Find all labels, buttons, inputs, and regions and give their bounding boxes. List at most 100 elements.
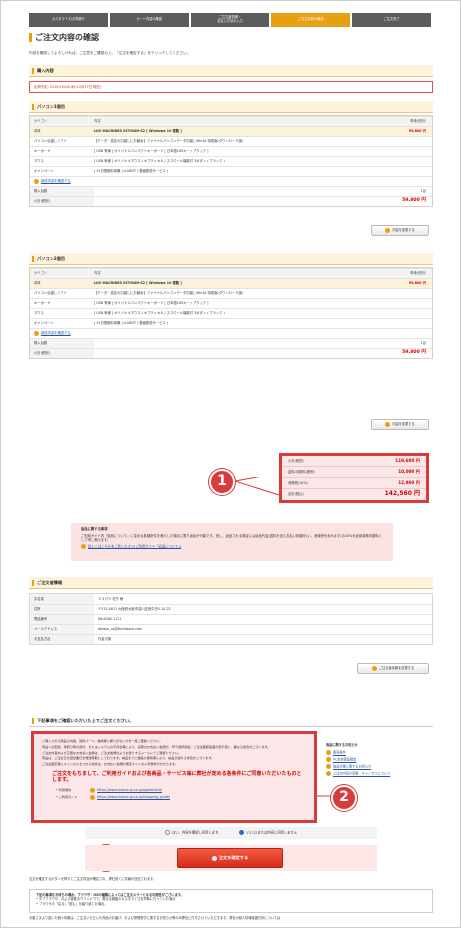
row-category: パソコン引越しソフト xyxy=(34,291,67,296)
row-value: ドスパラ 花子 様 xyxy=(98,596,124,601)
pc1-heading: パソコン1個目 xyxy=(29,101,433,113)
row-category: キーボード xyxy=(34,301,51,306)
row-label: メールアドレス xyxy=(30,625,94,634)
table-row: お支払方法 代金引換 xyxy=(30,634,432,644)
row-label: お名前 xyxy=(30,594,94,604)
row-content: [ 31日間無料体験 ] U-NEXT ( 動画配信サービス ) xyxy=(94,321,169,326)
step-5: ご注文完了 xyxy=(352,13,431,27)
notice-link[interactable]: 販売条件 xyxy=(326,750,436,756)
row-content: LUV MACHINES iH700SN-S2 [ Windows 10 搭載 … xyxy=(94,129,182,134)
row-content: 【データ・設定の引越しにお勧め】ファイナルパソコンデータ引越しWin10 特別版… xyxy=(94,139,244,144)
guide-link[interactable]: https://www.mouse-jp.co.jp/shopping_guid… xyxy=(97,795,170,800)
row-price: 59,800 円 xyxy=(408,129,426,134)
pc2-table: カテゴリ 内容 単価(税別) 本体 LUV MACHINES iH700SN-S… xyxy=(29,267,433,359)
pc1-table: カテゴリ 内容 単価(税別) 本体 LUV MACHINES iH700SN-S… xyxy=(29,115,433,207)
return-link[interactable]: 詳しくはこちらをご覧ください(ご利用ガイド「返品について」) xyxy=(88,544,181,548)
row-content: [ 31日間無料体験 ] U-NEXT ( 動画配信サービス ) xyxy=(94,169,169,174)
col-category: カテゴリ xyxy=(34,119,48,124)
marker-2-connector xyxy=(317,795,331,797)
change-customer-button[interactable]: ご注文者情報を変更する xyxy=(357,663,429,674)
table-row: お名前 ドスパラ 花子 様 xyxy=(30,594,432,604)
table-row: マウス [ USB 有線 ] オリジナルマウス ( オプティカル / スクロール機… xyxy=(30,156,432,166)
row-content: [ USB 有線 ] オリジナルマウス ( オプティカル / スクロール機能付 … xyxy=(94,311,225,316)
warning-item: ご注文内容および正確なお支払い金額は、ご注文後弊社よりお送りするメールにてご確認… xyxy=(42,750,182,755)
config-link[interactable]: 構成内容を確認する xyxy=(41,179,71,184)
change-customer-label: ご注文者情報を変更する xyxy=(378,666,415,671)
customer-heading: ご注文者情報 xyxy=(29,577,433,589)
change-pc2-button[interactable]: 内容を変更する xyxy=(371,419,429,430)
purchase-heading: 購入内容 xyxy=(29,65,433,77)
pc2-heading: パソコン2個目 xyxy=(29,253,433,265)
total-label: 送料/手数料(税別) xyxy=(288,469,315,474)
table-header: カテゴリ 内容 単価(税別) xyxy=(30,116,432,126)
step-1: カスタマイズ/お見積り xyxy=(29,13,108,27)
total-value: 10,000 円 xyxy=(398,469,420,475)
radio-selected-icon[interactable] xyxy=(239,830,245,836)
radio-icon[interactable] xyxy=(165,830,171,836)
change-pc1-button[interactable]: 内容を変更する xyxy=(371,225,429,236)
col-price: 単価(税別) xyxy=(410,271,426,276)
marker-1: 1 xyxy=(209,469,235,495)
customer-table: お名前 ドスパラ 花子 様 住所 〒532-0011 大阪府大阪市淀川区西中島5-1… xyxy=(29,593,433,645)
row-content: [ USB 有線 ] オリジナルマウス ( オプティカル / スクロール機能付 … xyxy=(94,159,225,164)
row-label: 住所 xyxy=(30,605,94,614)
step-3: ご注文者情報・ 支払い方法の入力 xyxy=(190,13,270,27)
col-category: カテゴリ xyxy=(34,271,48,276)
subtotal-label: 小計(税別) xyxy=(30,349,94,358)
table-row: キャンペーン [ 31日間無料体験 ] U-NEXT ( 動画配信サービス ) xyxy=(30,318,432,328)
row-value: dtdzpu_ss@thirdwave.com xyxy=(98,627,143,632)
step-4-active: ご注文内容の確認 xyxy=(271,13,351,27)
agree-yes-option[interactable]: はい、内容を確認し同意します。 xyxy=(165,830,221,836)
arrow-icon xyxy=(34,331,39,336)
arrow-icon xyxy=(371,666,377,671)
row-content: LUV MACHINES iH700SN-S2 [ Windows 10 搭載 … xyxy=(94,281,182,286)
change-button-label: 内容を変更する xyxy=(392,228,415,233)
total-value: 119,600 円 xyxy=(395,458,420,464)
row-content: 【データ・設定の引越しにお勧め】ファイナルパソコンデータ引越しWin10 特別版… xyxy=(94,291,244,296)
table-row: キーボード [ USB 有線 ] オリジナルコンパクトキーボード [ 日本語109… xyxy=(30,146,432,156)
table-row: キーボード [ USB 有線 ] オリジナルコンパクトキーボード [ 日本語109… xyxy=(30,298,432,308)
submit-area: 注文を確定する xyxy=(85,845,377,871)
table-row: 住所 〒532-0011 大阪府大阪市淀川区西中島5-14-22 xyxy=(30,604,432,614)
row-category: パソコン引越しソフト xyxy=(34,139,67,144)
subtotal-row: 小計(税別) 59,800 円 xyxy=(30,348,432,358)
footer-note: 注文を確定するボタンを押すとご注文内容が確定され、弊社宛てに情報が送信されます。 xyxy=(29,877,157,881)
warning-item: 商品への配送、受取り時の送付、またはシステムの不具合等により、実際のお支払い金額… xyxy=(42,744,271,749)
arrow-icon xyxy=(81,543,86,549)
notice-link[interactable]: 製品仕様に関するお知らせ xyxy=(326,764,436,770)
grand-total-value: 142,560 円 xyxy=(384,490,420,498)
row-category: 本体 xyxy=(34,129,41,134)
notice-link[interactable]: ご注文内容の変更・キャンセルについて xyxy=(326,771,436,777)
guide-link-row: • ご利用ガイド https://www.mouse-jp.co.jp/shopp… xyxy=(56,794,306,800)
row-category: キャンペーン xyxy=(34,321,54,326)
total-value: 12,960 円 xyxy=(398,480,420,486)
row-category: キャンペーン xyxy=(34,169,54,174)
row-value: 代金引換 xyxy=(98,637,112,642)
terms-link-label: • 利用規約 xyxy=(56,787,72,792)
terms-link-row: • 利用規約 https://www.mouse-jp.co.jp/agreeme… xyxy=(56,787,306,793)
row-label: お支払方法 xyxy=(30,635,94,644)
row-label: 電話番号 xyxy=(30,615,94,624)
agree-no-option[interactable]: いいえ(または内容に同意しません xyxy=(239,830,297,836)
row-content: [ USB 有線 ] オリジナルコンパクトキーボード [ 日本語109キー / … xyxy=(94,149,209,154)
table-row: 電話番号 06-6300-1111 xyxy=(30,614,432,624)
arrow-icon xyxy=(90,787,95,793)
row-category: 本体 xyxy=(34,281,41,286)
arrow-icon xyxy=(326,750,331,756)
notice-link[interactable]: PC本体保証規定 xyxy=(326,757,436,763)
terms-link[interactable]: https://www.mouse-jp.co.jp/agreement/ xyxy=(97,788,162,793)
checkout-steps: カスタマイズ/お見積り カート内容の確認 ご注文者情報・ 支払い方法の入力 ご注… xyxy=(29,13,433,27)
config-link[interactable]: 構成内容を確認する xyxy=(41,331,71,336)
browser-warning-item: • ブラウザの「戻る」「進む」を繰り返した場合。 xyxy=(36,901,108,906)
total-row: 送料/手数料(税別) 10,000 円 xyxy=(282,467,426,478)
intro-text: 内容を確認してよろしければ、ご注意をご確認の上、「注文を確定する」をクリックして… xyxy=(29,51,191,55)
arrow-icon xyxy=(211,855,217,861)
warning-item: ご注文確定後にキャンセルをされる場合は、お支払い金額の規定キャンセル手数料がかか… xyxy=(42,762,178,767)
totals-box: 小計(税別) 119,600 円 送料/手数料(税別) 10,000 円 消費税(1… xyxy=(279,453,429,503)
warning-item: ご購入される商品の内容、送料パーツ、構成等に誤りがないかを一度ご確認ください。 xyxy=(42,739,163,743)
qty-value: 1台 xyxy=(420,341,426,346)
confirm-order-button[interactable]: 注文を確定する xyxy=(177,848,283,868)
table-row: マウス [ USB 有線 ] オリジナルマウス ( オプティカル / スクロール機… xyxy=(30,308,432,318)
row-category: マウス xyxy=(34,159,44,164)
total-label: 合計(税込) xyxy=(288,492,304,497)
